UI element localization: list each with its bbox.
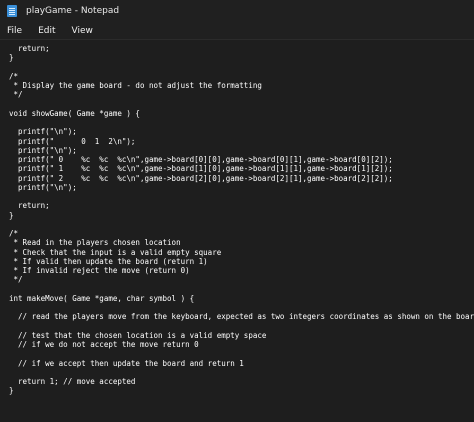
menu-edit[interactable]: Edit [38,25,55,37]
menu-view[interactable]: View [72,25,93,37]
window-title: playGame - Notepad [26,6,120,16]
text-editor-area[interactable]: return; } /* * Display the game board - … [0,39,474,422]
menu-bar: File Edit View [0,22,474,39]
menu-file[interactable]: File [7,25,22,37]
title-bar: playGame - Notepad [0,0,474,22]
notepad-icon [7,5,17,17]
document-text[interactable]: return; } /* * Display the game board - … [0,40,474,396]
